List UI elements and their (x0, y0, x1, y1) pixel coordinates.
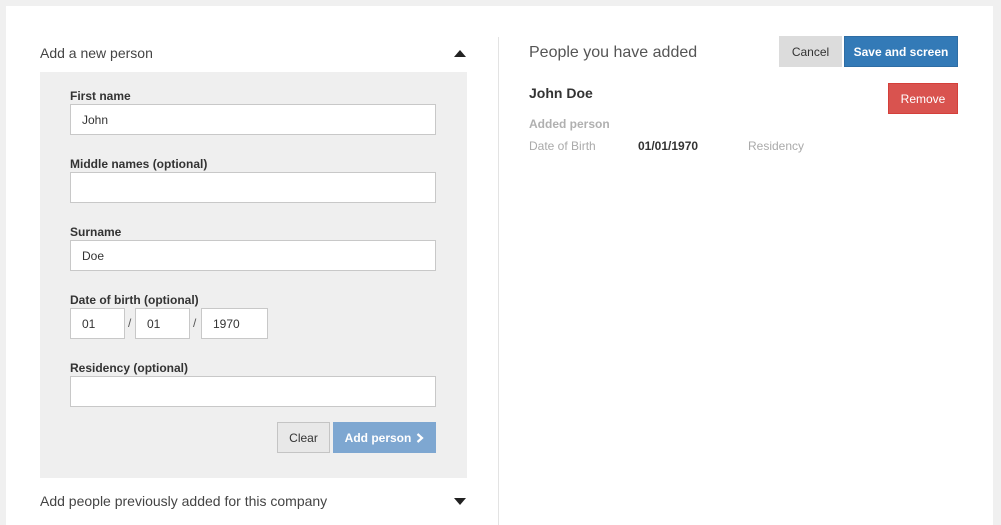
collapse-icon (454, 49, 466, 57)
previous-people-header: Add people previously added for this com… (40, 493, 328, 509)
previous-people-toggle[interactable]: Add people previously added for this com… (40, 486, 467, 516)
remove-button[interactable]: Remove (888, 83, 958, 114)
date-separator: / (193, 316, 197, 330)
residency-label: Residency (optional) (70, 361, 189, 375)
people-added-title: People you have added (529, 44, 698, 61)
middle-names-label: Middle names (optional) (70, 157, 208, 171)
save-and-screen-button[interactable]: Save and screen (844, 36, 958, 67)
add-new-person-toggle[interactable]: Add a new person (40, 38, 467, 68)
dob-label: Date of Birth (529, 139, 596, 153)
dob-day-input[interactable] (70, 308, 125, 339)
middle-names-input[interactable] (70, 172, 436, 203)
person-name: John Doe (529, 85, 593, 101)
dob-value: 01/01/1970 (638, 139, 699, 153)
first-name-input[interactable] (70, 104, 436, 135)
save-button-label: Save and screen (853, 44, 949, 59)
date-of-birth-label: Date of birth (optional) (70, 293, 199, 307)
person-status: Added person (529, 117, 610, 131)
chevron-right-icon (417, 432, 424, 443)
expand-icon (454, 497, 466, 505)
add-new-person-header: Add a new person (40, 45, 153, 61)
clear-button[interactable]: Clear (277, 422, 330, 453)
residency-input[interactable] (70, 376, 436, 407)
dob-year-input[interactable] (201, 308, 268, 339)
cancel-button[interactable]: Cancel (779, 36, 842, 67)
first-name-label: First name (70, 89, 131, 103)
surname-input[interactable] (70, 240, 436, 271)
cancel-button-label: Cancel (791, 44, 830, 59)
dob-month-input[interactable] (135, 308, 190, 339)
panel-divider (498, 37, 499, 525)
surname-label: Surname (70, 225, 122, 239)
add-person-button-label: Add person (344, 430, 412, 445)
add-person-form: First name Middle names (optional) Surna… (40, 72, 467, 478)
residency-field-label: Residency (748, 139, 805, 153)
add-person-button[interactable]: Add person (333, 422, 436, 453)
main-card: Add a new person First name Middle names… (6, 6, 993, 525)
date-separator: / (128, 316, 132, 330)
clear-button-label: Clear (289, 430, 318, 445)
remove-button-label: Remove (900, 91, 946, 106)
